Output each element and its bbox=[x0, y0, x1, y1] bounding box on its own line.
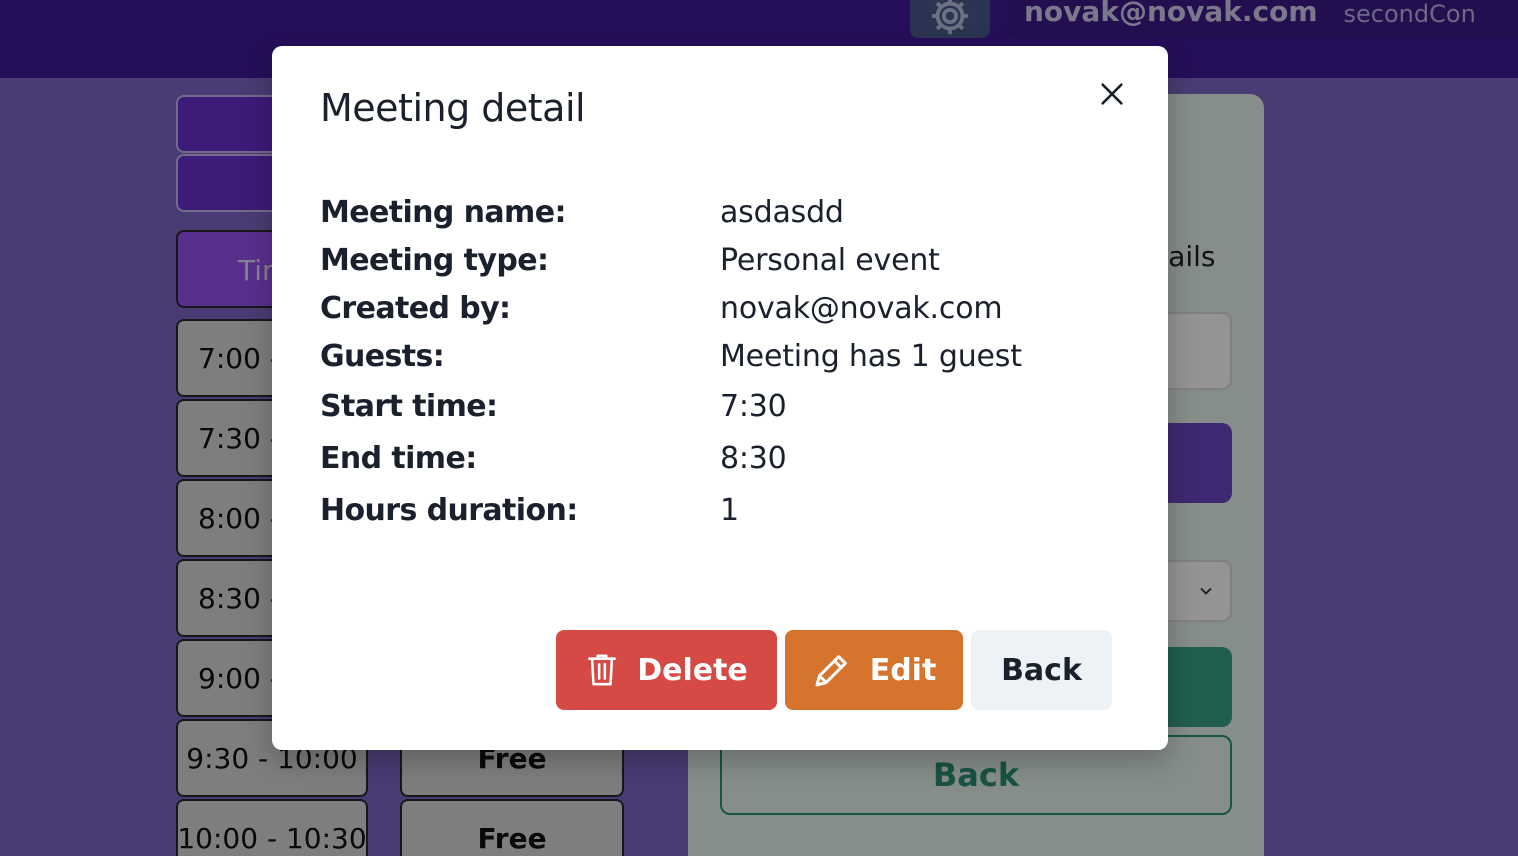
modal-title: Meeting detail bbox=[320, 86, 586, 130]
detail-row: Created by: novak@novak.com bbox=[320, 284, 1022, 332]
detail-value: 7:30 bbox=[720, 388, 787, 424]
detail-value: 8:30 bbox=[720, 440, 787, 476]
detail-row: End time: 8:30 bbox=[320, 432, 1022, 484]
meeting-details: Meeting name: asdasdd Meeting type: Pers… bbox=[320, 188, 1022, 536]
detail-row: Meeting name: asdasdd bbox=[320, 188, 1022, 236]
detail-row: Guests: Meeting has 1 guest bbox=[320, 332, 1022, 380]
detail-label: Guests: bbox=[320, 338, 445, 374]
back-label: Back bbox=[1001, 652, 1082, 688]
detail-label: Meeting type: bbox=[320, 242, 549, 278]
detail-row: Meeting type: Personal event bbox=[320, 236, 1022, 284]
pencil-icon bbox=[815, 655, 847, 687]
delete-button[interactable]: Delete bbox=[556, 630, 777, 710]
detail-row: Start time: 7:30 bbox=[320, 380, 1022, 432]
trash-icon bbox=[588, 654, 617, 686]
detail-value: Meeting has 1 guest bbox=[720, 338, 1022, 374]
edit-button[interactable]: Edit bbox=[785, 630, 963, 710]
close-button[interactable] bbox=[1092, 74, 1132, 114]
detail-value: Personal event bbox=[720, 242, 940, 278]
close-icon bbox=[1101, 83, 1123, 105]
edit-label: Edit bbox=[869, 652, 937, 688]
delete-label: Delete bbox=[637, 652, 748, 688]
detail-value: 1 bbox=[720, 492, 739, 528]
detail-row: Hours duration: 1 bbox=[320, 484, 1022, 536]
detail-label: Created by: bbox=[320, 290, 511, 326]
detail-label: Start time: bbox=[320, 388, 498, 424]
detail-value: asdasdd bbox=[720, 194, 844, 230]
back-button[interactable]: Back bbox=[971, 630, 1112, 710]
detail-value: novak@novak.com bbox=[720, 290, 1003, 326]
detail-label: Hours duration: bbox=[320, 492, 578, 528]
detail-label: End time: bbox=[320, 440, 477, 476]
detail-label: Meeting name: bbox=[320, 194, 566, 230]
meeting-detail-modal: Meeting detail Meeting name: asdasdd Mee… bbox=[272, 46, 1168, 750]
